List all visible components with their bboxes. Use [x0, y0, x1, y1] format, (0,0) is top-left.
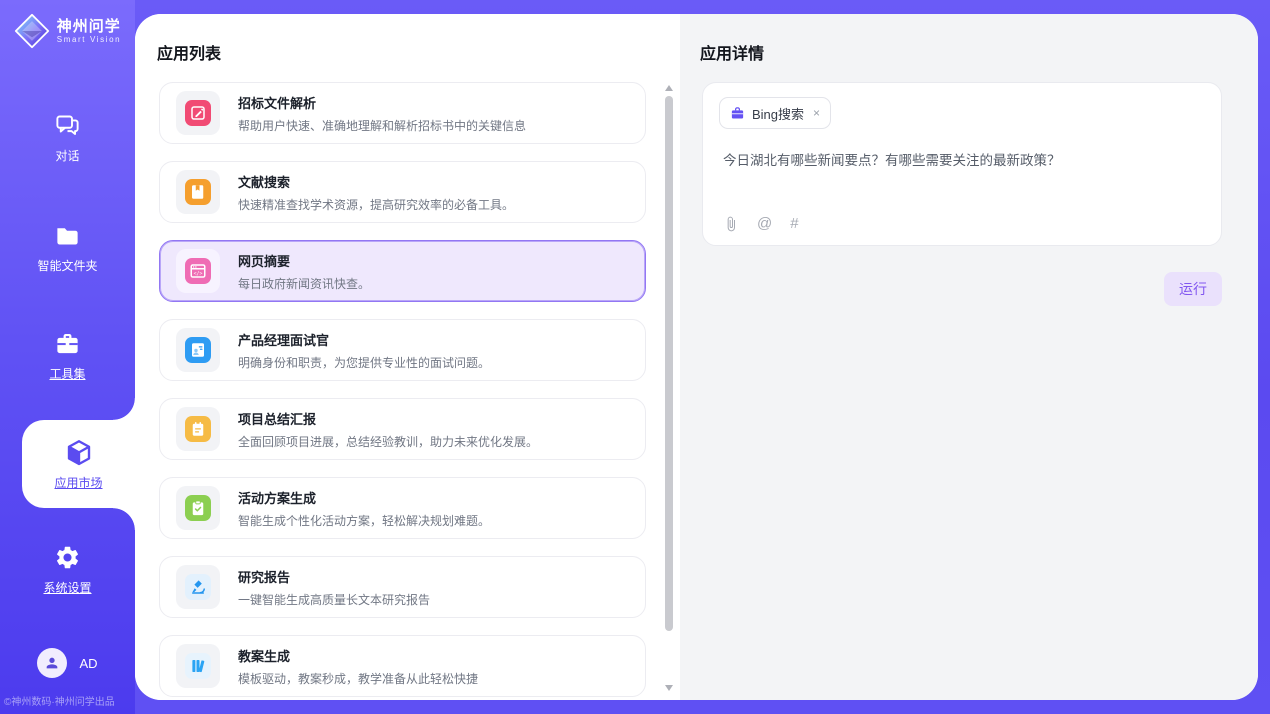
app-logo: 神州问学 Smart Vision	[0, 13, 135, 49]
sidebar-item-label: 智能文件夹	[37, 257, 97, 274]
app-card-pm-interviewer[interactable]: 产品经理面试官 明确身份和职责，为您提供专业性的面试问题。	[159, 319, 646, 381]
app-card-desc: 一键智能生成高质量长文本研究报告	[238, 591, 430, 608]
scroll-down-icon[interactable]	[665, 685, 673, 691]
app-card-desc: 全面回顾项目进展，总结经验教训，助力未来优化发展。	[238, 433, 538, 450]
tool-tag-bing-search[interactable]: Bing搜索 ×	[719, 97, 831, 129]
cube-icon	[64, 438, 94, 468]
interview-icon	[185, 337, 211, 363]
sidebar-item-app-market-active[interactable]: 应用市场	[22, 420, 135, 508]
edit-square-icon	[185, 100, 211, 126]
brand-subtitle: Smart Vision	[57, 35, 121, 45]
prompt-toolbar: @ #	[723, 216, 799, 232]
active-tab-notch-top	[113, 398, 135, 420]
app-card-project-summary[interactable]: 项目总结汇报 全面回顾项目进展，总结经验教训，助力未来优化发展。	[159, 398, 646, 460]
app-card-title: 项目总结汇报	[238, 409, 538, 428]
avatar	[37, 648, 67, 678]
main-content: 应用列表 招标文件解析 帮助用户快速、准确地理解和解析招标书中的关键信息 文献搜…	[135, 14, 1258, 700]
scrollbar-thumb[interactable]	[665, 96, 673, 631]
gear-icon	[54, 544, 81, 571]
chat-icon	[54, 112, 81, 139]
app-card-title: 活动方案生成	[238, 488, 490, 507]
app-card-list: 招标文件解析 帮助用户快速、准确地理解和解析招标书中的关键信息 文献搜索 快速精…	[159, 82, 646, 700]
sidebar-item-toolset[interactable]: 工具集	[0, 330, 135, 382]
user-account[interactable]: AD	[0, 648, 135, 678]
app-card-bid-analysis[interactable]: 招标文件解析 帮助用户快速、准确地理解和解析招标书中的关键信息	[159, 82, 646, 144]
app-card-web-summary[interactable]: </> 网页摘要 每日政府新闻资讯快查。	[159, 240, 646, 302]
microscope-icon	[185, 574, 211, 600]
app-card-desc: 明确身份和职责，为您提供专业性的面试问题。	[238, 354, 490, 371]
close-icon[interactable]: ×	[813, 106, 820, 120]
sidebar-item-label: 工具集	[49, 365, 85, 382]
attachment-icon[interactable]	[723, 216, 739, 232]
sidebar-item-label: 应用市场	[54, 474, 102, 491]
sidebar-item-chat[interactable]: 对话	[0, 112, 135, 164]
app-card-desc: 快速精准查找学术资源，提高研究效率的必备工具。	[238, 196, 514, 213]
brand-name: 神州问学	[57, 18, 121, 35]
sidebar: 神州问学 Smart Vision 对话 智能文件夹 工具集 应	[0, 0, 135, 714]
app-card-title: 文献搜索	[238, 172, 514, 191]
app-card-title: 招标文件解析	[238, 93, 526, 112]
app-list-title: 应用列表	[157, 40, 221, 64]
scroll-up-icon[interactable]	[665, 85, 673, 91]
app-card-desc: 每日政府新闻资讯快查。	[238, 275, 370, 292]
app-card-title: 教案生成	[238, 646, 478, 665]
web-code-icon: </>	[185, 258, 211, 284]
app-card-research-report[interactable]: 研究报告 一键智能生成高质量长文本研究报告	[159, 556, 646, 618]
book-icon	[185, 179, 211, 205]
app-card-desc: 帮助用户快速、准确地理解和解析招标书中的关键信息	[238, 117, 526, 134]
copyright-text: ©神州数码·神州问学出品	[4, 693, 135, 708]
app-card-title: 产品经理面试官	[238, 330, 490, 349]
person-icon	[44, 655, 60, 671]
app-list-scrollbar[interactable]	[664, 82, 674, 694]
svg-text:</>: </>	[194, 271, 203, 277]
notepad-icon	[185, 416, 211, 442]
toolbox-icon	[54, 330, 81, 357]
brand-diamond-icon	[14, 13, 50, 49]
user-initials: AD	[79, 656, 97, 671]
app-list-panel: 应用列表 招标文件解析 帮助用户快速、准确地理解和解析招标书中的关键信息 文献搜…	[135, 14, 680, 700]
tool-tag-label: Bing搜索	[752, 104, 804, 123]
app-card-event-plan[interactable]: 活动方案生成 智能生成个性化活动方案，轻松解决规划难题。	[159, 477, 646, 539]
folder-icon	[54, 222, 81, 249]
mention-icon[interactable]: @	[757, 216, 772, 232]
hash-icon[interactable]: #	[790, 216, 798, 232]
sidebar-item-label: 系统设置	[43, 579, 91, 596]
app-detail-panel: 应用详情 Bing搜索 × 今日湖北有哪些新闻要点？有哪些需要关注的最新政策？ …	[680, 14, 1258, 700]
prompt-input[interactable]: 今日湖北有哪些新闻要点？有哪些需要关注的最新政策？	[723, 151, 1201, 170]
app-card-lesson-plan[interactable]: 教案生成 模板驱动，教案秒成，教学准备从此轻松快捷	[159, 635, 646, 697]
app-card-desc: 智能生成个性化活动方案，轻松解决规划难题。	[238, 512, 490, 529]
active-tab-notch-bottom	[113, 508, 135, 530]
sidebar-item-label: 对话	[55, 147, 79, 164]
app-card-desc: 模板驱动，教案秒成，教学准备从此轻松快捷	[238, 670, 478, 687]
books-icon	[185, 653, 211, 679]
prompt-card: Bing搜索 × 今日湖北有哪些新闻要点？有哪些需要关注的最新政策？ @ #	[702, 82, 1222, 246]
app-detail-title: 应用详情	[700, 40, 764, 64]
sidebar-item-smart-folder[interactable]: 智能文件夹	[0, 222, 135, 274]
briefcase-icon	[730, 106, 745, 121]
run-button[interactable]: 运行	[1164, 272, 1222, 306]
app-card-title: 研究报告	[238, 567, 430, 586]
app-card-title: 网页摘要	[238, 251, 370, 270]
clipboard-check-icon	[185, 495, 211, 521]
app-card-literature-search[interactable]: 文献搜索 快速精准查找学术资源，提高研究效率的必备工具。	[159, 161, 646, 223]
sidebar-item-settings[interactable]: 系统设置	[0, 544, 135, 596]
